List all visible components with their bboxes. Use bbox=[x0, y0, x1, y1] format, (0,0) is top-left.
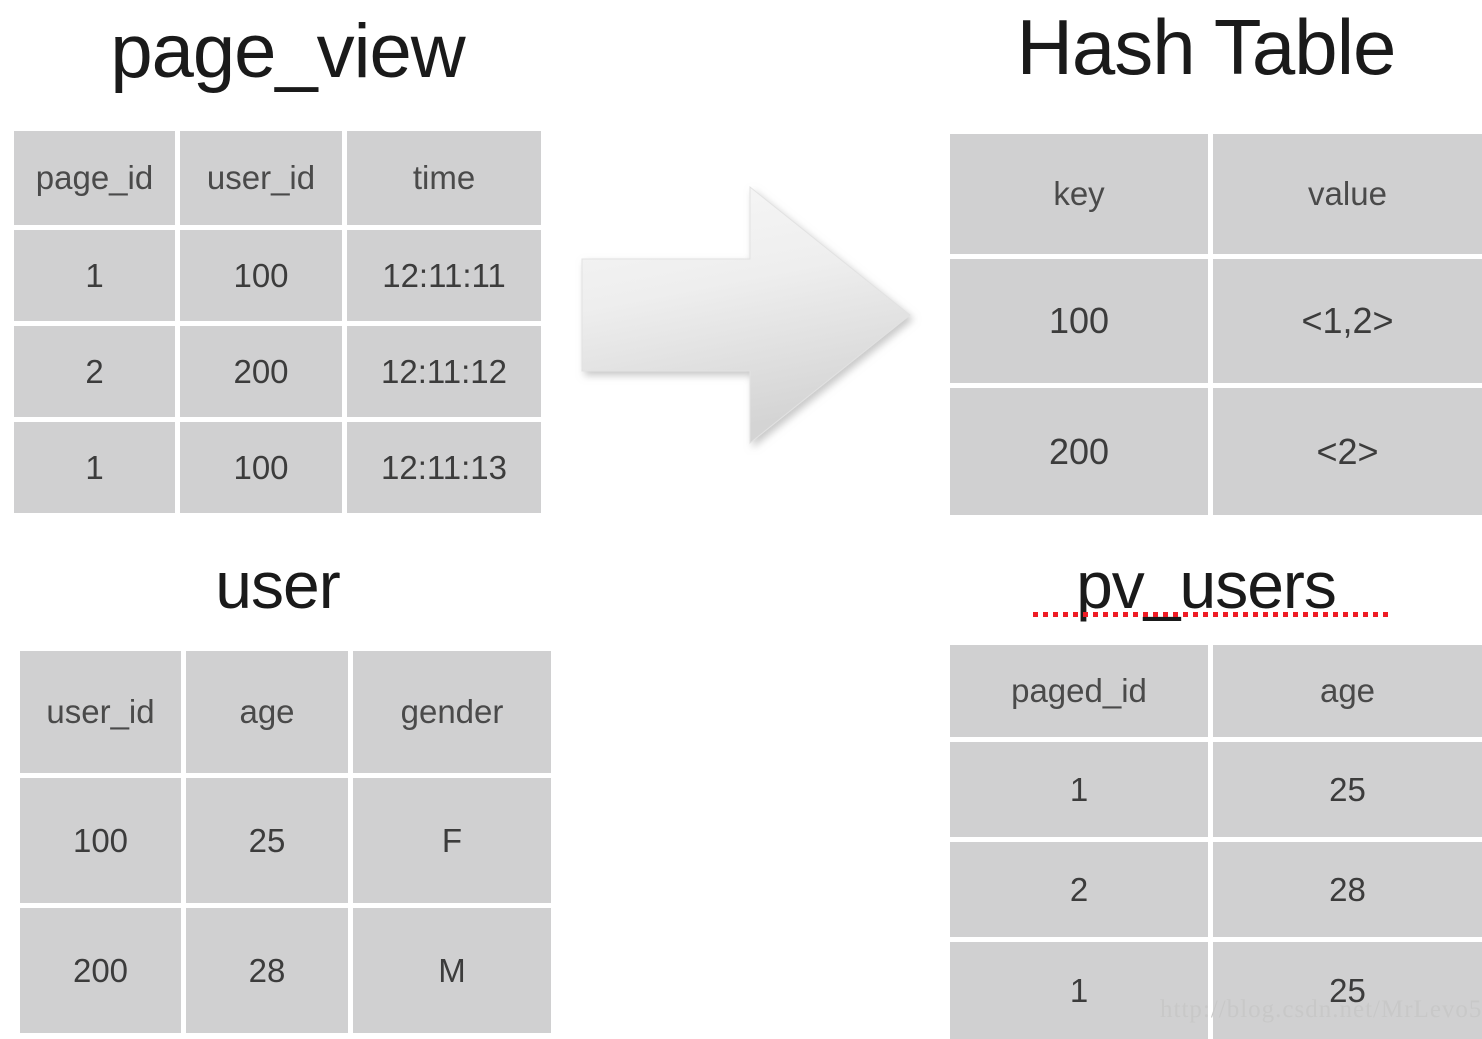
pv-users-r2-c0: 1 bbox=[950, 942, 1208, 1039]
page-view-title: page_view bbox=[110, 9, 465, 94]
page-view-table: page_id user_id time 1 100 12:11:11 2 20… bbox=[14, 131, 541, 513]
hash-r1-c1: <2> bbox=[1213, 388, 1482, 515]
page-view-r0-c2: 12:11:11 bbox=[347, 230, 541, 321]
user-header-age: age bbox=[186, 651, 348, 773]
hash-table: key value 100 <1,2> 200 <2> bbox=[950, 134, 1482, 515]
user-r1-c2: M bbox=[353, 908, 551, 1033]
page-view-header-user-id: user_id bbox=[180, 131, 342, 225]
page-view-r0-c1: 100 bbox=[180, 230, 342, 321]
pv-users-r1-c1: 28 bbox=[1213, 842, 1482, 937]
page-view-r2-c0: 1 bbox=[14, 422, 175, 513]
user-r1-c1: 28 bbox=[186, 908, 348, 1033]
page-view-r1-c1: 200 bbox=[180, 326, 342, 417]
user-title: user bbox=[215, 548, 340, 622]
right-arrow-icon bbox=[581, 185, 911, 445]
pv-users-r1-c0: 2 bbox=[950, 842, 1208, 937]
user-r0-c1: 25 bbox=[186, 778, 348, 903]
hash-r0-c0: 100 bbox=[950, 259, 1208, 383]
user-r0-c2: F bbox=[353, 778, 551, 903]
pv-users-title: pv_users bbox=[1076, 548, 1337, 622]
user-table: user_id age gender 100 25 F 200 28 M bbox=[20, 651, 551, 1033]
spellcheck-underline bbox=[1033, 612, 1391, 617]
pv-users-r0-c1: 25 bbox=[1213, 742, 1482, 837]
hash-header-value: value bbox=[1213, 134, 1482, 254]
pv-users-header-paged-id: paged_id bbox=[950, 645, 1208, 737]
hash-header-key: key bbox=[950, 134, 1208, 254]
hash-r0-c1: <1,2> bbox=[1213, 259, 1482, 383]
page-view-r1-c0: 2 bbox=[14, 326, 175, 417]
pv-users-header-age: age bbox=[1213, 645, 1482, 737]
page-view-r0-c0: 1 bbox=[14, 230, 175, 321]
page-view-r2-c1: 100 bbox=[180, 422, 342, 513]
pv-users-r0-c0: 1 bbox=[950, 742, 1208, 837]
user-header-user-id: user_id bbox=[20, 651, 181, 773]
hash-table-title: Hash Table bbox=[1016, 3, 1397, 91]
pv-users-r2-c1: 25 bbox=[1213, 942, 1482, 1039]
page-view-r2-c2: 12:11:13 bbox=[347, 422, 541, 513]
hash-r1-c0: 200 bbox=[950, 388, 1208, 515]
diagram-canvas: page_view page_id user_id time 1 100 12:… bbox=[0, 0, 1482, 1039]
page-view-r1-c2: 12:11:12 bbox=[347, 326, 541, 417]
user-r1-c0: 200 bbox=[20, 908, 181, 1033]
user-header-gender: gender bbox=[353, 651, 551, 773]
user-r0-c0: 100 bbox=[20, 778, 181, 903]
pv-users-table: paged_id age 1 25 2 28 1 25 bbox=[950, 645, 1482, 1039]
page-view-header-page-id: page_id bbox=[14, 131, 175, 225]
page-view-header-time: time bbox=[347, 131, 541, 225]
